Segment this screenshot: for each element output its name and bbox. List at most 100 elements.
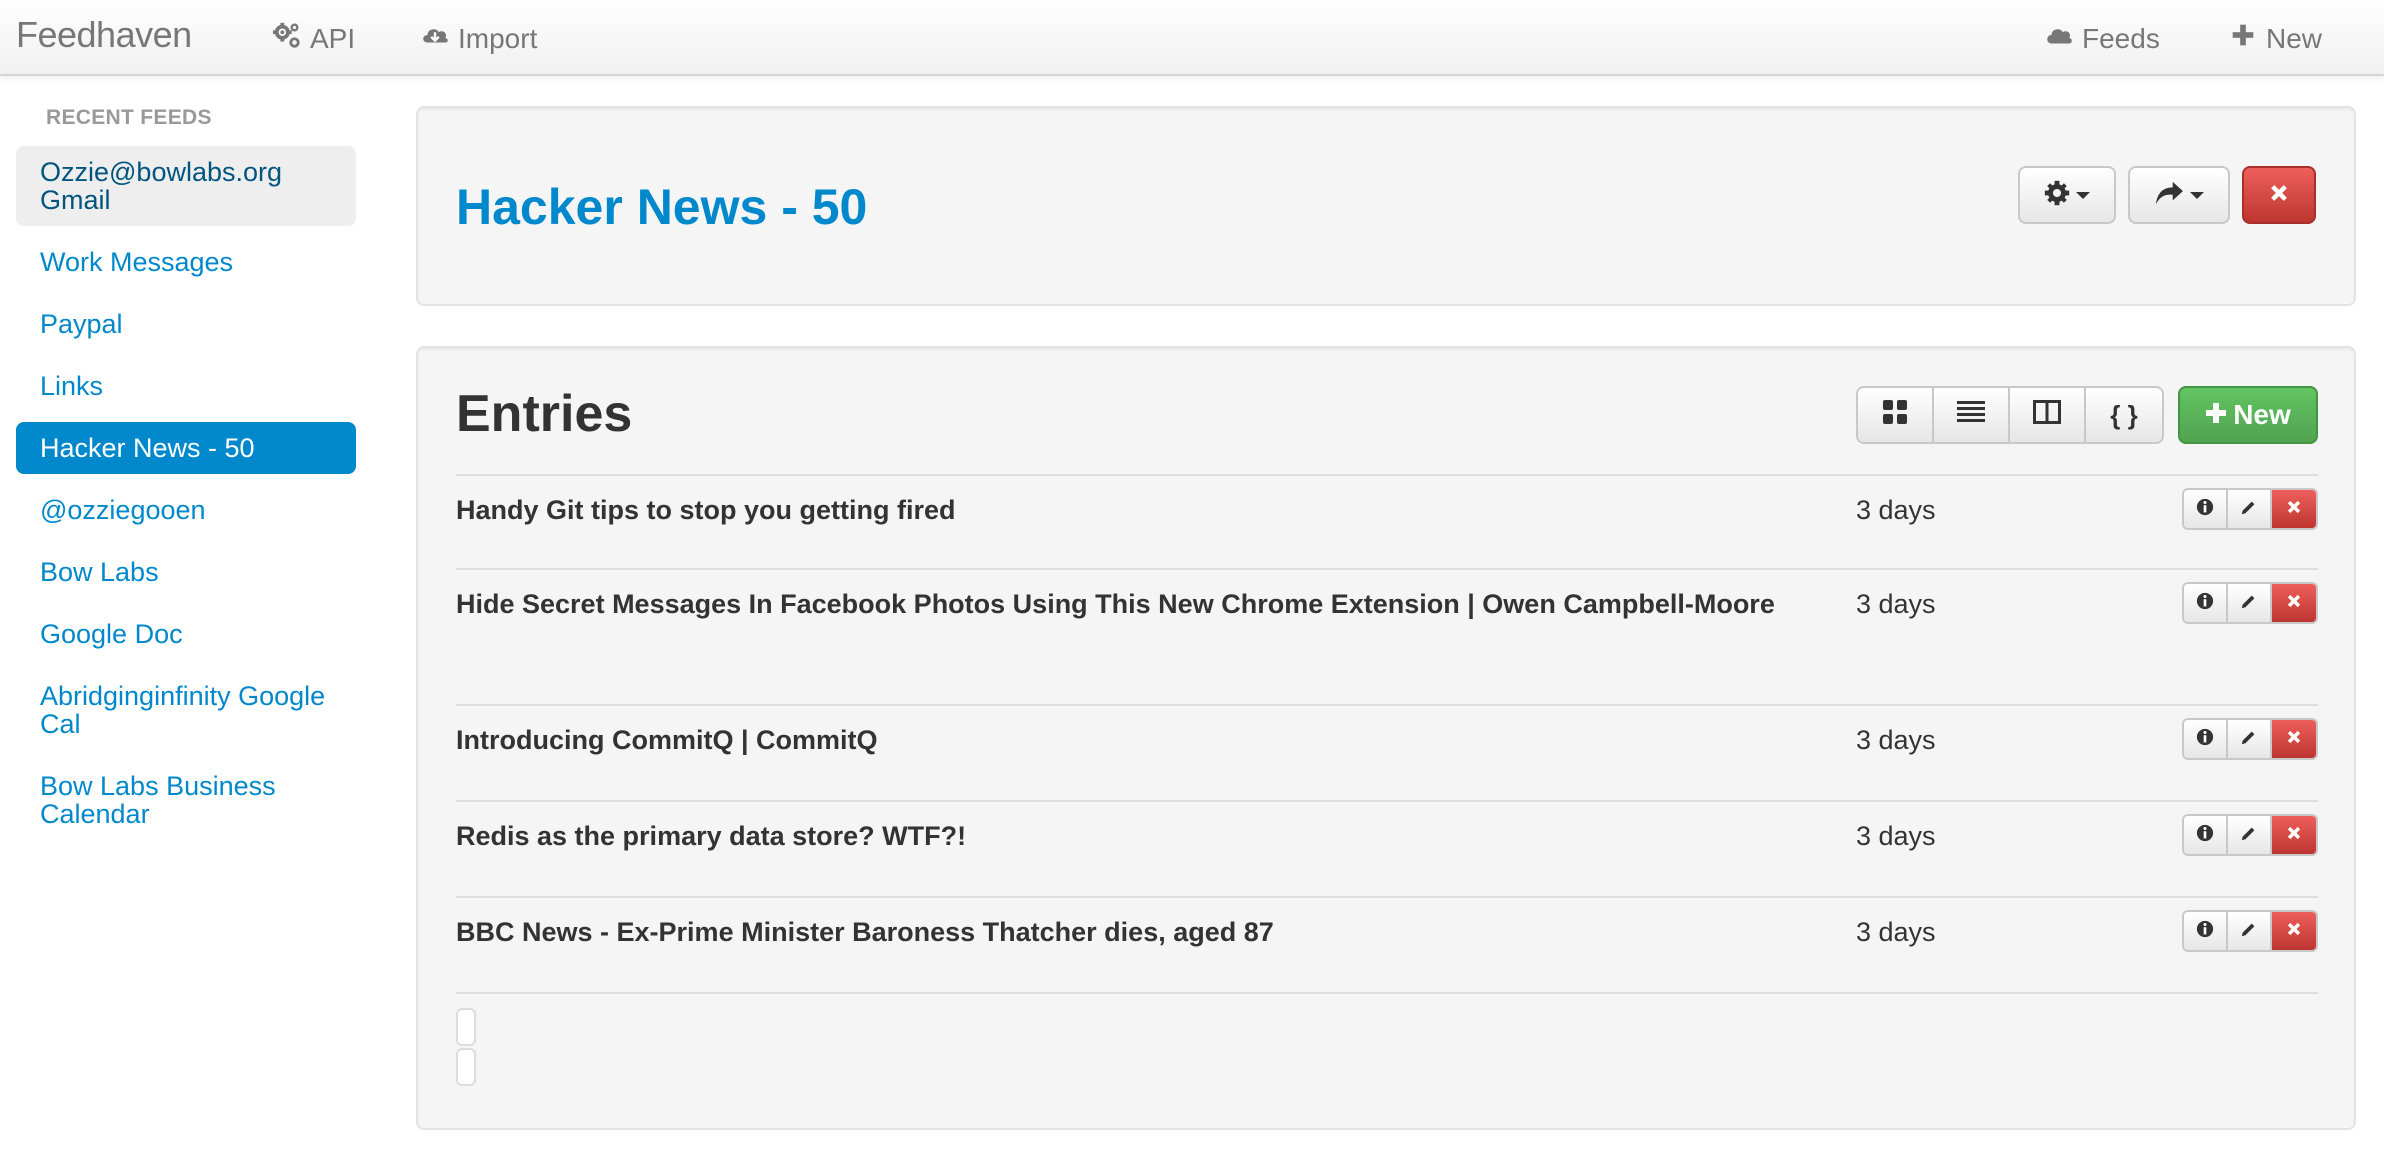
edit-button[interactable]: [2228, 816, 2272, 854]
caret-down-icon: [2190, 191, 2204, 199]
close-icon: [2287, 826, 2301, 845]
delete-feed-button[interactable]: [2242, 166, 2316, 224]
edit-button[interactable]: [2228, 720, 2272, 758]
entries-heading: Entries: [456, 385, 633, 443]
list-icon: [1957, 399, 1985, 432]
caret-down-icon: [2076, 191, 2090, 199]
info-icon: [2196, 920, 2214, 943]
nav-feeds-label: Feeds: [2082, 22, 2160, 54]
close-icon: [2287, 922, 2301, 941]
info-icon: [2196, 592, 2214, 615]
pencil-icon: [2240, 728, 2258, 751]
braces-icon: { }: [2110, 399, 2138, 430]
nav-import-link[interactable]: Import: [420, 20, 537, 57]
nav-api-link[interactable]: API: [272, 20, 355, 57]
pencil-icon: [2240, 592, 2258, 615]
settings-dropdown-button[interactable]: [2018, 166, 2116, 224]
entries-panel: Entries { } New Handy Git tips to stop y…: [416, 346, 2356, 1130]
edit-button[interactable]: [2228, 912, 2272, 950]
grid-view-button[interactable]: [1858, 388, 1934, 442]
entry-age: 3 days: [1856, 495, 1936, 525]
info-icon: [2196, 728, 2214, 751]
split-view-button[interactable]: [2010, 388, 2086, 442]
close-icon: [2287, 730, 2301, 749]
info-icon: [2196, 498, 2214, 521]
row-actions: [2182, 814, 2318, 856]
nav-api-label: API: [310, 22, 356, 54]
nav-import-label: Import: [458, 22, 538, 54]
info-button[interactable]: [2184, 816, 2228, 854]
table-row: Redis as the primary data store? WTF?! 3…: [456, 802, 2318, 898]
entry-title[interactable]: BBC News - Ex-Prime Minister Baroness Th…: [456, 912, 1786, 952]
sidebar: RECENT FEEDS Ozzie@bowlabs.org Gmail Wor…: [16, 106, 356, 850]
close-icon: [2270, 184, 2288, 207]
delete-entry-button[interactable]: [2272, 912, 2316, 950]
sidebar-item-hacker-news[interactable]: Hacker News - 50: [16, 422, 356, 474]
info-button[interactable]: [2184, 912, 2228, 950]
pencil-icon: [2240, 920, 2258, 943]
sidebar-item-ozzie-gmail[interactable]: Ozzie@bowlabs.org Gmail: [16, 146, 356, 226]
nav-feeds-link[interactable]: Feeds: [2044, 20, 2160, 57]
table-row: Introducing CommitQ | CommitQ 3 days: [456, 706, 2318, 802]
view-mode-toggle-group: { }: [1856, 386, 2164, 444]
entry-age: 3 days: [1856, 821, 1936, 851]
entry-age: 3 days: [1856, 589, 1936, 619]
new-entry-button[interactable]: New: [2178, 386, 2318, 444]
row-actions: [2182, 582, 2318, 624]
close-icon: [2287, 594, 2301, 613]
info-button[interactable]: [2184, 584, 2228, 622]
json-view-button[interactable]: { }: [2086, 388, 2162, 442]
sidebar-header: RECENT FEEDS: [46, 106, 212, 129]
entry-title[interactable]: Hide Secret Messages In Facebook Photos …: [456, 584, 1786, 624]
grid-icon: [1882, 399, 1908, 432]
nav-new-link[interactable]: New: [2228, 20, 2322, 57]
table-row: Handy Git tips to stop you getting fired…: [456, 476, 2318, 570]
sidebar-item-work-messages[interactable]: Work Messages: [16, 236, 356, 288]
share-arrow-icon: [2154, 180, 2184, 211]
sidebar-item-google-doc[interactable]: Google Doc: [16, 608, 356, 660]
row-actions: [2182, 488, 2318, 530]
sidebar-item-abridginginfinity-cal[interactable]: Abridginginfinity Google Cal: [16, 670, 356, 750]
edit-button[interactable]: [2228, 584, 2272, 622]
list-view-button[interactable]: [1934, 388, 2010, 442]
pencil-icon: [2240, 498, 2258, 521]
sidebar-item-links[interactable]: Links: [16, 360, 356, 412]
sidebar-item-bow-labs-business-calendar[interactable]: Bow Labs Business Calendar: [16, 760, 356, 840]
table-row: BBC News - Ex-Prime Minister Baroness Th…: [456, 898, 2318, 994]
plus-icon: [2205, 399, 2227, 431]
delete-entry-button[interactable]: [2272, 584, 2316, 622]
edit-button[interactable]: [2228, 490, 2272, 528]
delete-entry-button[interactable]: [2272, 816, 2316, 854]
entry-title[interactable]: Redis as the primary data store? WTF?!: [456, 816, 1786, 856]
brand-logo[interactable]: Feedhaven: [16, 14, 192, 56]
info-button[interactable]: [2184, 720, 2228, 758]
table-row: Hide Secret Messages In Facebook Photos …: [456, 570, 2318, 706]
entry-age: 3 days: [1856, 725, 1936, 755]
pager-button-prev[interactable]: [456, 1008, 476, 1046]
columns-icon: [2033, 399, 2061, 432]
pager-button-next[interactable]: [456, 1048, 476, 1086]
entries-table: Handy Git tips to stop you getting fired…: [456, 474, 2318, 994]
entry-age: 3 days: [1856, 917, 1936, 947]
top-navbar: Feedhaven API Import Feeds New: [0, 0, 2384, 76]
share-dropdown-button[interactable]: [2128, 166, 2230, 224]
sidebar-item-bow-labs[interactable]: Bow Labs: [16, 546, 356, 598]
info-button[interactable]: [2184, 490, 2228, 528]
entry-title[interactable]: Introducing CommitQ | CommitQ: [456, 720, 1786, 760]
delete-entry-button[interactable]: [2272, 720, 2316, 758]
row-actions: [2182, 718, 2318, 760]
row-actions: [2182, 910, 2318, 952]
sidebar-item-ozziegooen[interactable]: @ozziegooen: [16, 484, 356, 536]
sidebar-item-paypal[interactable]: Paypal: [16, 298, 356, 350]
nav-new-label: New: [2266, 22, 2323, 54]
info-icon: [2196, 824, 2214, 847]
cloud-download-icon: [420, 20, 450, 57]
new-entry-label: New: [2233, 399, 2291, 430]
entry-title[interactable]: Handy Git tips to stop you getting fired: [456, 490, 1786, 530]
feed-header-panel: Hacker News - 50: [416, 106, 2356, 306]
close-icon: [2287, 500, 2301, 519]
pencil-icon: [2240, 824, 2258, 847]
delete-entry-button[interactable]: [2272, 490, 2316, 528]
plus-icon: [2228, 20, 2258, 57]
cloud-icon: [2044, 20, 2074, 57]
